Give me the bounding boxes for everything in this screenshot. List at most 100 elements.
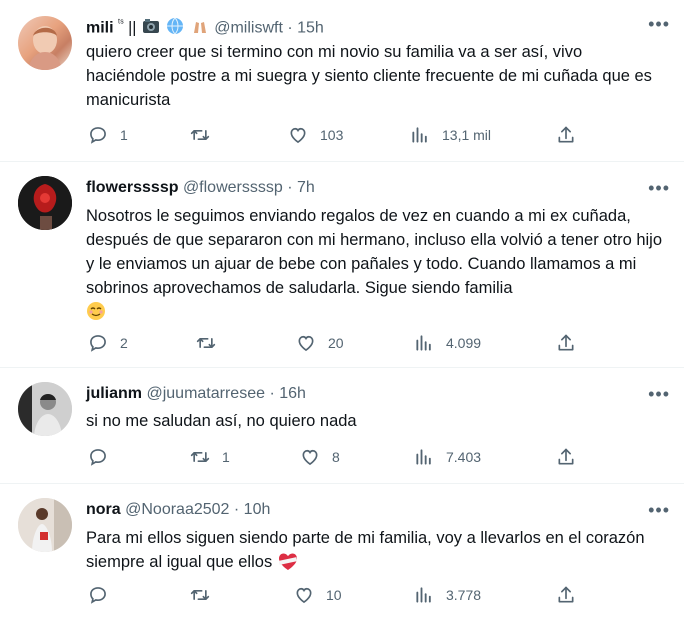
reply-button[interactable]: 2 [88, 332, 128, 354]
bandaged-heart-emoji-icon [277, 551, 299, 578]
views-icon [414, 333, 434, 353]
timestamp[interactable]: 10h [244, 501, 271, 518]
share-button[interactable] [556, 446, 576, 468]
views-count: 7.403 [446, 449, 482, 465]
views-count: 4.099 [446, 335, 482, 351]
globe-emoji-icon [166, 17, 184, 35]
tweet-1[interactable]: mili ᵗˢ || @miliswft · 15h ••• quiero cr… [0, 0, 684, 162]
more-icon[interactable]: ••• [648, 178, 670, 198]
author-name[interactable]: mili [86, 19, 114, 36]
like-count: 10 [326, 587, 342, 603]
reply-icon [88, 447, 108, 467]
like-count: 8 [332, 449, 340, 465]
views-icon [410, 125, 430, 145]
tweet-actions: 10 3.778 [86, 584, 666, 606]
like-icon [294, 585, 314, 605]
tweet-header: flowerssssp @flowerssssp · 7h [86, 178, 315, 198]
author-handle[interactable]: @miliswft [214, 19, 283, 36]
author-name[interactable]: julianm [86, 385, 142, 402]
like-count: 20 [328, 335, 344, 351]
share-button[interactable] [556, 584, 576, 606]
tweet-header: julianm @juumatarresee · 16h [86, 384, 306, 404]
more-icon[interactable]: ••• [648, 500, 670, 520]
author-handle[interactable]: @flowerssssp [183, 179, 283, 196]
views-icon [414, 585, 434, 605]
tweet-text: quiero creer que si termino con mi novio… [86, 43, 652, 109]
avatar[interactable] [18, 498, 72, 552]
hands-emoji-icon [191, 17, 209, 35]
author-handle[interactable]: @juumatarresee [146, 385, 265, 402]
like-button[interactable]: 20 [296, 332, 344, 354]
retweet-icon [190, 125, 210, 145]
like-count: 103 [320, 127, 344, 143]
reply-button[interactable] [88, 584, 120, 606]
views-icon [414, 447, 434, 467]
tweet-text-body: Nosotros le seguimos enviando regalos de… [86, 207, 663, 297]
reply-icon [88, 125, 108, 145]
views-button[interactable]: 4.099 [414, 332, 481, 354]
views-button[interactable]: 3.778 [414, 584, 481, 606]
share-icon [556, 585, 576, 605]
relieved-face-emoji-icon [86, 301, 106, 328]
share-button[interactable] [556, 124, 576, 146]
author-handle[interactable]: @Nooraa2502 [125, 501, 229, 518]
tweet-3[interactable]: julianm @juumatarresee · 16h ••• si no m… [0, 368, 684, 484]
timestamp[interactable]: 16h [279, 385, 306, 402]
tweet-text: si no me saludan así, no quiero nada [86, 412, 357, 430]
reply-icon [88, 333, 108, 353]
like-icon [288, 125, 308, 145]
name-badge: ᵗˢ [118, 18, 124, 29]
views-button[interactable]: 13,1 mil [410, 124, 491, 146]
avatar[interactable] [18, 16, 72, 70]
tweet-text: Nosotros le seguimos enviando regalos de… [86, 204, 666, 328]
reply-count: 1 [120, 127, 128, 143]
camera-emoji-icon [142, 17, 160, 35]
reply-count: 2 [120, 335, 128, 351]
views-count: 3.778 [446, 587, 482, 603]
author-name[interactable]: flowerssssp [86, 179, 178, 196]
share-icon [556, 333, 576, 353]
tweet-header: nora @Nooraa2502 · 10h [86, 500, 270, 520]
views-count: 13,1 mil [442, 127, 492, 143]
like-icon [300, 447, 320, 467]
like-button[interactable]: 103 [288, 124, 343, 146]
separator-dot: · [269, 385, 275, 402]
reply-button[interactable] [88, 446, 120, 468]
timestamp[interactable]: 15h [297, 19, 324, 36]
tweet-header: mili ᵗˢ || @miliswft · 15h [86, 14, 324, 38]
retweet-icon [190, 447, 210, 467]
separator-dot: · [287, 19, 293, 37]
avatar[interactable] [18, 382, 72, 436]
reply-icon [88, 585, 108, 605]
tweet-text: Para mi ellos siguen siendo parte de mi … [86, 526, 666, 578]
share-icon [556, 447, 576, 467]
retweet-button[interactable] [196, 332, 228, 354]
more-icon[interactable]: ••• [648, 14, 670, 34]
tweet-actions: 1 8 7.403 [86, 446, 666, 468]
avatar[interactable] [18, 176, 72, 230]
share-icon [556, 125, 576, 145]
tweet-4[interactable]: nora @Nooraa2502 · 10h ••• Para mi ellos… [0, 484, 684, 620]
retweet-icon [196, 333, 216, 353]
author-name[interactable]: nora [86, 501, 121, 518]
share-button[interactable] [556, 332, 576, 354]
more-icon[interactable]: ••• [648, 384, 670, 404]
like-icon [296, 333, 316, 353]
name-extra: || [128, 19, 137, 37]
tweet-text-body: Para mi ellos siguen siendo parte de mi … [86, 529, 645, 571]
retweet-count: 1 [222, 449, 230, 465]
like-button[interactable]: 10 [294, 584, 342, 606]
retweet-button[interactable] [190, 584, 222, 606]
retweet-icon [190, 585, 210, 605]
separator-dot: · [287, 179, 293, 196]
separator-dot: · [233, 501, 240, 518]
tweet-actions: 2 20 4.099 [86, 332, 666, 354]
views-button[interactable]: 7.403 [414, 446, 481, 468]
tweet-actions: 1 103 13,1 mil [86, 124, 666, 146]
retweet-button[interactable] [190, 124, 222, 146]
retweet-button[interactable]: 1 [190, 446, 230, 468]
tweet-2[interactable]: flowerssssp @flowerssssp · 7h ••• Nosotr… [0, 162, 684, 368]
reply-button[interactable]: 1 [88, 124, 128, 146]
like-button[interactable]: 8 [300, 446, 340, 468]
timestamp[interactable]: 7h [297, 179, 315, 196]
